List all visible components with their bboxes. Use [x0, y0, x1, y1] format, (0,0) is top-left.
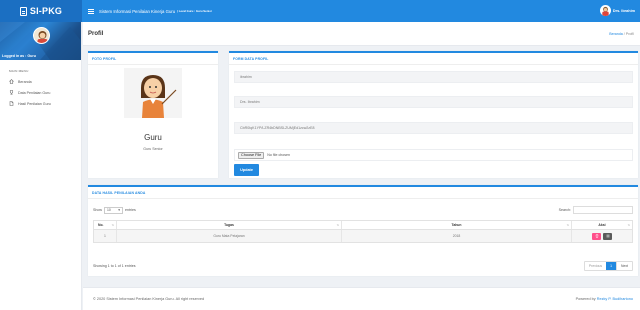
menu-toggle-icon[interactable] [88, 8, 94, 14]
table-header-row: No. ⇅ Tugas ⇅ Tahun ⇅ Aksi ⇅ [94, 221, 632, 230]
trophy-icon [9, 90, 14, 95]
app-subtitle: | Level Guru : Guru Senior [177, 9, 213, 13]
choose-file-button[interactable]: Choose File [238, 151, 265, 159]
column-header-aksi[interactable]: Aksi ⇅ [572, 221, 632, 229]
column-header-tahun[interactable]: Tahun ⇅ [342, 221, 572, 229]
entries-control: Show 10 ▾ entries [93, 206, 136, 214]
brand-name: SI-PKG [29, 6, 63, 16]
logged-in-label: Logged in as : Guru [2, 54, 36, 58]
copyright-text: © 2020 Sistem Informasi Penilaian Kinerj… [93, 297, 205, 301]
file-icon [9, 101, 14, 106]
powered-by: Powered by Rezky P. Budihartono [576, 297, 633, 301]
table-row: 1 Guru Mata Pelajaran 2018 [94, 230, 632, 242]
profile-name: Guru [144, 133, 162, 142]
profile-role: Guru Senior [143, 147, 163, 151]
sort-icon: ⇅ [336, 223, 339, 227]
sort-icon: ⇅ [627, 223, 630, 227]
table-search: Search: [559, 206, 633, 214]
profile-form-card: FORM DATA PROFIL ibrahim Drs. Ibrahim Cb… [229, 51, 638, 178]
cell-aksi [572, 230, 632, 242]
breadcrumb-current: Profil [625, 31, 634, 36]
sort-icon: ⇅ [566, 223, 569, 227]
table-toolbar: Show 10 ▾ entries Search: [93, 206, 633, 214]
document-icon [19, 6, 27, 16]
sidebar-item-label: Hasil Penilaian Guru [18, 101, 51, 106]
search-label: Search: [558, 208, 571, 212]
update-button[interactable]: Update [234, 164, 259, 176]
view-button[interactable] [603, 232, 612, 240]
chevron-down-icon: ▾ [118, 208, 120, 212]
main-content: Profil Beranda / Profil FOTO PROFIL Guru… [83, 22, 640, 310]
card-title: FORM DATA PROFIL [233, 57, 269, 61]
list-icon [606, 234, 609, 238]
column-header-no[interactable]: No. ⇅ [94, 221, 117, 229]
cell-tahun: 2018 [342, 230, 572, 242]
search-input[interactable] [573, 206, 633, 214]
user-name: Drs. Ibrahim [612, 8, 635, 13]
breadcrumb: Beranda / Profil [609, 32, 634, 36]
username-field[interactable]: ibrahim [234, 71, 633, 83]
breadcrumb-home-link[interactable]: Beranda [609, 32, 623, 36]
results-card: DATA HASIL PENILAIAN ANDA Show 10 ▾ entr… [88, 185, 638, 276]
trash-icon [595, 234, 598, 238]
pagination: Previous 1 Next [583, 261, 633, 271]
top-navbar: Sistem Informasi Penilaian Kinerja Guru … [82, 0, 640, 22]
pagination-page[interactable]: 1 [606, 262, 617, 270]
author-link[interactable]: Rezky P. Budihartono [597, 297, 633, 301]
results-table: No. ⇅ Tugas ⇅ Tahun ⇅ Aksi ⇅ 1 Guru Mata Pel… [93, 220, 633, 243]
menu-heading: MAIN MENU [9, 69, 29, 73]
entries-label: entries [125, 208, 136, 212]
page-header: Profil Beranda / Profil [83, 22, 640, 46]
sidebar-item-beranda[interactable]: Beranda [9, 79, 81, 84]
column-header-tugas[interactable]: Tugas ⇅ [117, 221, 342, 229]
profile-photo-card: FOTO PROFIL Guru Guru Senior [88, 51, 218, 178]
card-title: DATA HASIL PENILAIAN ANDA [92, 191, 146, 195]
show-label: Show [93, 208, 102, 212]
app-title: Sistem Informasi Penilaian Kinerja Guru [99, 8, 176, 14]
sidebar-item-label: Data Penilaian Guru [18, 90, 51, 95]
pagination-next[interactable]: Next [616, 262, 632, 270]
entries-select[interactable]: 10 ▾ [104, 206, 123, 214]
card-title: FOTO PROFIL [92, 57, 117, 61]
breadcrumb-separator: / [623, 31, 625, 36]
entries-value: 10 [107, 208, 111, 212]
powered-label: Powered by [575, 297, 596, 301]
sidebar-avatar [33, 27, 50, 44]
password-field[interactable]: CbR0IqK1YP/LZR4bDNBSLZUMjEd1zcw2zE8 [234, 122, 633, 134]
profile-photo [124, 68, 182, 118]
cell-no: 1 [94, 230, 117, 242]
sort-icon: ⇅ [111, 223, 114, 227]
brand-logo[interactable]: SI-PKG [0, 0, 82, 22]
table-info: Showing 1 to 1 of 1 entries [93, 264, 136, 268]
cell-tugas: Guru Mata Pelajaran [117, 230, 342, 242]
sidebar-profile-banner: Logged in as : Guru [0, 22, 81, 60]
table-footer: Showing 1 to 1 of 1 entries Previous 1 N… [93, 261, 633, 271]
sidebar-item-label: Beranda [18, 79, 32, 84]
sidebar-item-hasil-penilaian[interactable]: Hasil Penilaian Guru [9, 101, 81, 106]
sidebar-item-data-penilaian[interactable]: Data Penilaian Guru [9, 90, 81, 95]
home-icon [9, 79, 14, 84]
page-title: Profil [88, 30, 104, 37]
file-status: No file chosen [267, 153, 291, 157]
fullname-field[interactable]: Drs. Ibrahim [234, 96, 633, 108]
sidebar: Logged in as : Guru MAIN MENU Beranda Da… [0, 22, 82, 310]
photo-file-input[interactable]: Choose File No file chosen [234, 149, 633, 161]
page-footer: © 2020 Sistem Informasi Penilaian Kinerj… [83, 287, 640, 310]
user-avatar [599, 5, 611, 16]
delete-button[interactable] [592, 232, 601, 240]
pagination-previous[interactable]: Previous [585, 262, 606, 270]
user-menu[interactable]: Drs. Ibrahim [599, 5, 635, 16]
